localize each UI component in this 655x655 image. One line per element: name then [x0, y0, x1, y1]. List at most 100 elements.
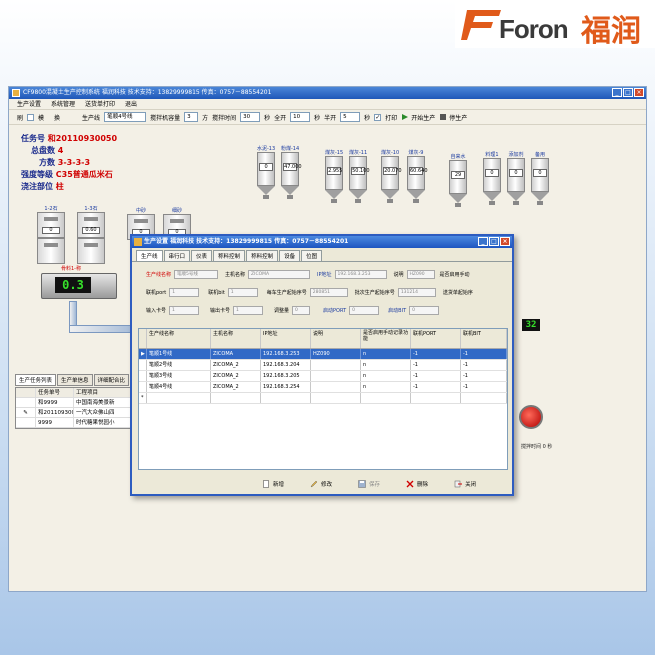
out-card-input[interactable]: 1 — [233, 306, 264, 315]
refresh-button[interactable]: 刷 — [17, 113, 23, 122]
menu-delivery-print[interactable]: 送货单打印 — [85, 99, 115, 109]
grid-cell: 笔顺2号线 — [147, 360, 211, 370]
form-row-1: 生产线名称 笔顺5号线 主机名称 ZICOMA IP地址 192.168.3.2… — [146, 270, 470, 279]
table-row[interactable]: 和9999 中国南海美景新 — [16, 398, 134, 408]
host-label: 主机名称 — [225, 272, 246, 278]
grid-cell: -1 — [411, 371, 461, 381]
close-dialog-button-label: 关闭 — [465, 482, 477, 488]
line-name-input[interactable]: 笔顺5号线 — [174, 270, 219, 279]
row-project: 时代糖果悦园小 — [76, 420, 115, 426]
bin-label: 1-3石 — [84, 206, 98, 212]
delete-button[interactable]: 删除 — [406, 480, 428, 488]
form-row-2: 联机port 1 联机bit 1 每车生产起始序号 280851 批次生产起始序… — [146, 288, 473, 297]
halfopen-spinner[interactable]: 5 — [340, 112, 361, 122]
tab-bitmap[interactable]: 位图 — [301, 250, 323, 261]
new-button[interactable]: 新增 — [262, 480, 284, 488]
save-button[interactable]: 保存 — [358, 480, 380, 488]
grid-row[interactable]: 笔顺3号线 ZICOMA_2 192.168.3.205 n -1 -1 — [139, 371, 507, 382]
dialog-tab-strip: 生产线 串行口 仪表 称料控制 称料控制 设备 位图 — [132, 248, 512, 262]
print-checkbox[interactable]: ✓ — [374, 113, 382, 121]
bin-value: 0 — [42, 227, 60, 234]
dialog-minimize-button[interactable]: _ — [478, 237, 488, 246]
silo-label: 自来水 — [450, 154, 466, 160]
switch-button[interactable]: 换 — [54, 113, 60, 122]
start-bit-input[interactable]: 0 — [409, 306, 440, 315]
new-button-label: 新增 — [273, 482, 285, 488]
table-row[interactable]: ✎ 和20110930050 一汽大众佛山四 — [16, 408, 134, 418]
adjust-input[interactable]: 0 — [292, 306, 311, 315]
tab-production-info[interactable]: 生产单信息 — [57, 374, 93, 386]
pencil-icon — [310, 480, 318, 488]
capacity-input[interactable]: 3 — [184, 112, 199, 122]
hopper-label: 骨料1-称 — [61, 266, 81, 272]
dialog-close-button[interactable]: × — [500, 237, 510, 246]
grid-cell — [211, 393, 261, 403]
grid-cell — [311, 360, 361, 370]
grid-header-port: 联机PORT — [411, 329, 461, 348]
foron-f-icon — [461, 10, 501, 40]
dialog-maximize-button[interactable]: □ — [489, 237, 499, 246]
seq-input[interactable]: 280851 — [309, 288, 348, 297]
grid-row[interactable]: ▶ 笔顺1号线 ZICOMA 192.168.3.253 HZ090 n -1 … — [139, 349, 507, 360]
tab-weigh-control-2[interactable]: 称料控制 — [246, 250, 279, 261]
ip-label: IP地址 — [317, 272, 332, 278]
minimize-button[interactable]: _ — [612, 88, 622, 97]
close-button[interactable]: × — [634, 88, 644, 97]
start-port-input[interactable]: 0 — [349, 306, 380, 315]
dialog-titlebar: 生产设置 福润科技 技术支持：13829999815 传真：0757－88554… — [132, 236, 512, 248]
row-task-no: 和20110930050 — [36, 408, 74, 417]
maximize-button[interactable]: □ — [623, 88, 633, 97]
grid-row[interactable]: 笔顺2号线 ZICOMA_2 192.168.3.204 n -1 -1 — [139, 360, 507, 371]
line-name-label: 生产线名称 — [146, 272, 172, 278]
tab-weigh-control-1[interactable]: 称料控制 — [213, 250, 246, 261]
port-input[interactable]: 1 — [169, 288, 200, 297]
menu-system-management[interactable]: 系统管理 — [51, 99, 75, 109]
ip-input[interactable]: 192.168.3.253 — [334, 270, 387, 279]
tab-instrument[interactable]: 仪表 — [191, 250, 213, 261]
table-row[interactable]: 9999 时代糖果悦园小 — [16, 418, 134, 428]
mode-label: 模 — [38, 114, 45, 122]
host-input[interactable]: ZICOMA — [248, 270, 311, 279]
tab-equipment[interactable]: 设备 — [279, 250, 301, 261]
delete-icon — [406, 480, 414, 488]
edit-button[interactable]: 修改 — [310, 480, 332, 488]
tab-task-list[interactable]: 生产任务列表 — [15, 374, 57, 386]
desc-input[interactable]: HZ090 — [406, 270, 435, 279]
silo-value: 0 — [485, 169, 499, 177]
production-line-grid: 生产线名称 主机名称 IP地址 说明 是否启用手动记录功能 联机PORT 联机B… — [138, 328, 508, 470]
grid-cell: ZICOMA_2 — [211, 360, 261, 370]
silo-value: 60.640 — [409, 167, 428, 175]
in-card-input[interactable]: 1 — [169, 306, 200, 315]
batch-input[interactable]: 131214 — [397, 288, 436, 297]
grid-new-row[interactable]: * — [139, 393, 507, 404]
grid-cell: -1 — [411, 349, 461, 359]
fullopen-spinner[interactable]: 10 — [290, 112, 311, 122]
plates-value: 4 — [57, 146, 64, 155]
mix-time-spinner[interactable]: 30 — [240, 112, 261, 122]
line-select[interactable]: 笔顺4号线 — [104, 112, 147, 122]
dialog-icon — [134, 238, 142, 246]
grid-row[interactable]: 笔顺4号线 ZICOMA_2 192.168.3.254 n -1 -1 — [139, 382, 507, 393]
stop-production-button[interactable]: 停生产 — [439, 113, 467, 122]
mode-checkbox[interactable] — [27, 113, 35, 121]
capacity-label: 搅拌机容量 — [150, 114, 181, 122]
row-marker: ✎ — [16, 408, 36, 417]
start-production-button[interactable]: 开始生产 — [401, 113, 435, 122]
grid-cell: ZICOMA_2 — [211, 382, 261, 392]
desc-label: 说明 — [393, 272, 404, 278]
menu-exit[interactable]: 退出 — [125, 99, 137, 109]
bit-input[interactable]: 1 — [227, 288, 258, 297]
bin-label: 中砂 — [135, 208, 146, 214]
tab-production-line[interactable]: 生产线 — [136, 250, 163, 261]
part-value: 柱 — [55, 182, 64, 191]
tab-mix-ratio[interactable]: 详细配合比 — [93, 374, 130, 386]
grid-cell — [461, 393, 507, 403]
grid-cell — [311, 371, 361, 381]
tab-serial-port[interactable]: 串行口 — [163, 250, 191, 261]
grade-value: C35普通瓜米石 — [55, 170, 113, 179]
close-dialog-button[interactable]: 关闭 — [454, 480, 476, 488]
in-card-label: 输入卡号 — [146, 308, 167, 314]
row-marker — [16, 418, 36, 427]
menu-production-settings[interactable]: 生产设置 — [17, 99, 41, 109]
grid-cell — [139, 371, 147, 381]
